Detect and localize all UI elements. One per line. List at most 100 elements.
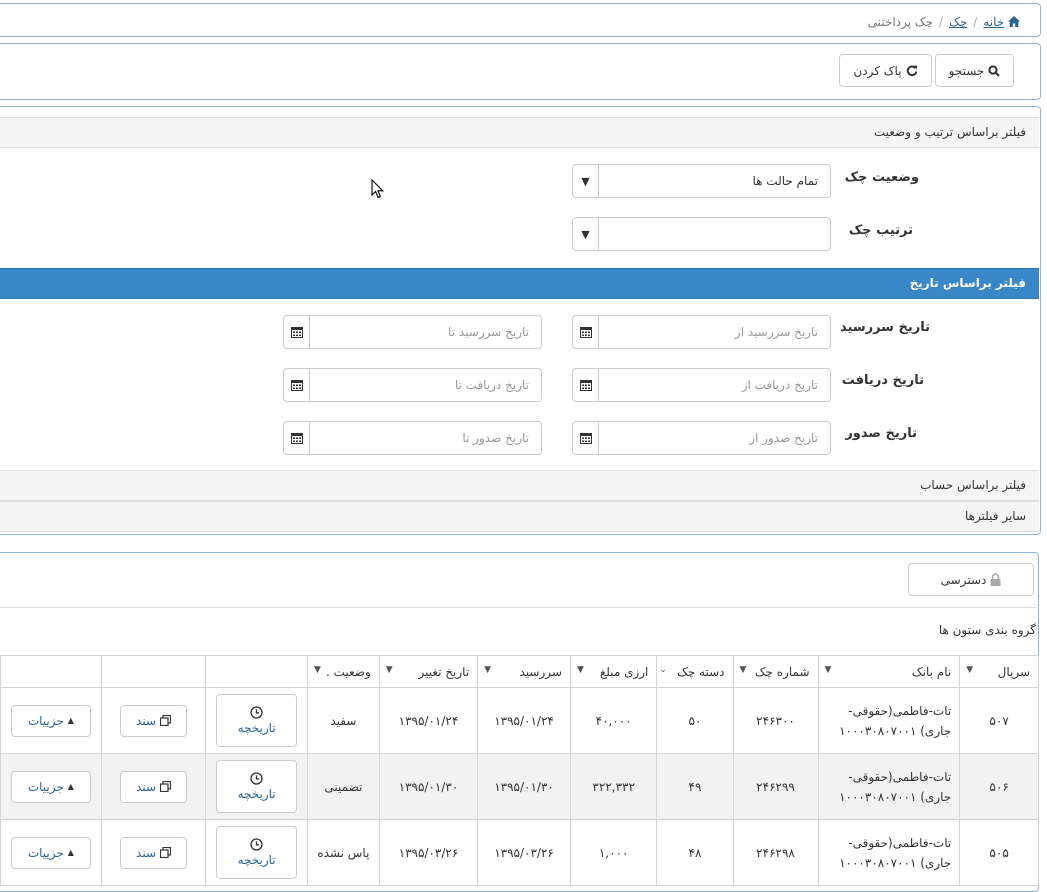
- toolbar-panel: جستجو پاک کردن: [0, 43, 1041, 100]
- access-button-label: دسترسی: [940, 572, 987, 587]
- chevron-down-icon[interactable]: ▼: [825, 665, 832, 675]
- cell-serial: ۵۰۶: [959, 753, 1039, 820]
- chevron-down-icon[interactable]: ▼: [966, 665, 973, 675]
- column-header-label: وضعیت .: [325, 664, 371, 679]
- status-select[interactable]: ▼ تمام حالت ها: [572, 164, 831, 198]
- cell-amount: ۳۲۲,۳۳۲: [569, 753, 658, 820]
- calendar-icon[interactable]: [284, 369, 310, 401]
- column-header-check-number[interactable]: شماره چک ▼: [732, 655, 819, 688]
- cell-due: ۱۳۹۵/۰۱/۲۴: [477, 687, 571, 754]
- column-header-details: [0, 655, 102, 688]
- history-button[interactable]: تاریخچه: [216, 760, 298, 813]
- document-button[interactable]: سند: [120, 836, 188, 869]
- history-button[interactable]: تاریخچه: [216, 694, 298, 747]
- chevron-down-icon[interactable]: ▼: [573, 218, 599, 250]
- details-button-label: جزییات: [27, 779, 64, 794]
- issue-date-to-input[interactable]: [310, 422, 541, 454]
- calendar-icon[interactable]: [573, 422, 599, 454]
- access-button[interactable]: دسترسی: [908, 563, 1034, 596]
- receive-date-from-field[interactable]: [572, 368, 831, 402]
- mouse-cursor-icon: [371, 179, 385, 199]
- other-filters-header[interactable]: سایر فیلترها: [0, 501, 1039, 532]
- column-header-checkbook[interactable]: دسته چک ⌄: [656, 655, 734, 688]
- chevron-down-icon[interactable]: ▼: [577, 665, 584, 675]
- cell-checkbook: ۴۸: [656, 819, 734, 886]
- due-date-to-field[interactable]: [283, 315, 542, 349]
- column-header-history: [205, 655, 308, 688]
- cell-bank: تات-فاطمی(حقوقی- جاری) ۱۰۰۰۳۰۸۰۷۰۰۱: [817, 753, 961, 820]
- status-label: وضعیت چک: [844, 170, 919, 185]
- history-button[interactable]: تاریخچه: [216, 826, 298, 879]
- cell-due: ۱۳۹۵/۰۳/۲۶: [477, 819, 571, 886]
- cell-changed: ۱۳۹۵/۰۳/۲۶: [378, 819, 479, 886]
- search-button[interactable]: جستجو: [935, 54, 1014, 87]
- column-header-document: [100, 655, 207, 688]
- due-date-to-input[interactable]: [310, 316, 541, 348]
- breadcrumb-check-link[interactable]: چک: [949, 15, 967, 29]
- chevron-down-icon[interactable]: ▼: [314, 665, 321, 675]
- column-header-status[interactable]: وضعیت . ▼: [306, 655, 380, 688]
- refresh-icon: [906, 65, 918, 77]
- column-header-changed[interactable]: تاریخ تغییر ▼: [378, 655, 479, 688]
- cell-bank-line: جاری) ۱۰۰۰۳۰۸۰۷۰۰۱: [839, 723, 952, 738]
- details-button[interactable]: ▲ جزییات: [10, 770, 91, 803]
- details-button[interactable]: ▲ جزییات: [10, 704, 91, 737]
- cell-bank: تات-فاطمی(حقوقی- جاری) ۱۰۰۰۳۰۸۰۷۰۰۱: [817, 687, 961, 754]
- table-row[interactable]: ۵۰۶ تات-فاطمی(حقوقی- جاری) ۱۰۰۰۳۰۸۰۷۰۰۱ ۲…: [0, 753, 1039, 820]
- cell-details: ▲ جزییات: [0, 687, 102, 754]
- clear-button[interactable]: پاک کردن: [839, 54, 932, 87]
- cell-bank: تات-فاطمی(حقوقی- جاری) ۱۰۰۰۳۰۸۰۷۰۰۱: [817, 819, 961, 886]
- chevron-down-icon[interactable]: ▼: [740, 665, 747, 675]
- due-date-from-field[interactable]: [572, 315, 831, 349]
- table-row[interactable]: ۵۰۵ تات-فاطمی(حقوقی- جاری) ۱۰۰۰۳۰۸۰۷۰۰۱ ۲…: [0, 819, 1039, 886]
- column-header-serial[interactable]: سریال ▼: [959, 655, 1039, 688]
- clock-icon: [250, 772, 263, 785]
- copy-icon: [160, 715, 172, 726]
- column-header-label: سررسید: [519, 664, 562, 679]
- order-label: ترتیب چک: [848, 223, 913, 238]
- table-row[interactable]: ۵۰۷ تات-فاطمی(حقوقی- جاری) ۱۰۰۰۳۰۸۰۷۰۰۱ ۲…: [0, 687, 1039, 754]
- breadcrumb-home-link[interactable]: خانه: [983, 15, 1004, 29]
- clock-icon: [250, 838, 263, 851]
- document-button-label: سند: [136, 779, 157, 794]
- order-select-value: [599, 218, 830, 250]
- receive-date-from-input[interactable]: [599, 369, 830, 401]
- order-status-filter-header[interactable]: فیلتر براساس ترتیب و وضعیت: [0, 117, 1039, 148]
- date-filter-header[interactable]: فیلتر براساس تاریخ: [0, 268, 1039, 299]
- caret-icon: ▲: [67, 782, 74, 791]
- chevron-down-icon[interactable]: ▼: [573, 165, 599, 197]
- grid-toolbar-divider: [0, 607, 1039, 608]
- document-button[interactable]: سند: [120, 704, 188, 737]
- other-filters-title: سایر فیلترها: [964, 509, 1026, 523]
- order-status-filter-title: فیلتر براساس ترتیب و وضعیت: [873, 125, 1026, 139]
- calendar-icon[interactable]: [284, 316, 310, 348]
- cell-document: سند: [100, 819, 207, 886]
- cell-status: پاس نشده: [306, 819, 380, 886]
- issue-date-to-field[interactable]: [283, 421, 542, 455]
- cell-check-number: ۲۴۶۳۰۰: [732, 687, 819, 754]
- due-date-from-input[interactable]: [599, 316, 830, 348]
- home-icon[interactable]: [1008, 16, 1020, 27]
- issue-date-from-field[interactable]: [572, 421, 831, 455]
- calendar-icon[interactable]: [573, 316, 599, 348]
- chevron-down-icon[interactable]: ⌄: [659, 665, 667, 675]
- cell-bank-line: تات-فاطمی(حقوقی-: [848, 835, 952, 850]
- column-header-due[interactable]: سررسید ▼: [477, 655, 571, 688]
- caret-icon: ▲: [67, 848, 74, 857]
- account-filter-header[interactable]: فیلتر براساس حساب: [0, 470, 1039, 501]
- history-button-label: تاریخچه: [237, 721, 276, 735]
- document-button[interactable]: سند: [120, 770, 188, 803]
- issue-date-from-input[interactable]: [599, 422, 830, 454]
- calendar-icon[interactable]: [573, 369, 599, 401]
- details-button[interactable]: ▲ جزییات: [10, 836, 91, 869]
- copy-icon: [160, 847, 172, 858]
- column-header-amount[interactable]: ارزی مبلغ ▼: [569, 655, 658, 688]
- chevron-down-icon[interactable]: ▼: [386, 665, 393, 675]
- column-header-bank[interactable]: نام بانک ▼: [817, 655, 961, 688]
- calendar-icon[interactable]: [284, 422, 310, 454]
- column-header-label: سریال: [997, 664, 1030, 679]
- receive-date-to-input[interactable]: [310, 369, 541, 401]
- chevron-down-icon[interactable]: ▼: [484, 665, 491, 675]
- order-select[interactable]: ▼: [572, 217, 831, 251]
- receive-date-to-field[interactable]: [283, 368, 542, 402]
